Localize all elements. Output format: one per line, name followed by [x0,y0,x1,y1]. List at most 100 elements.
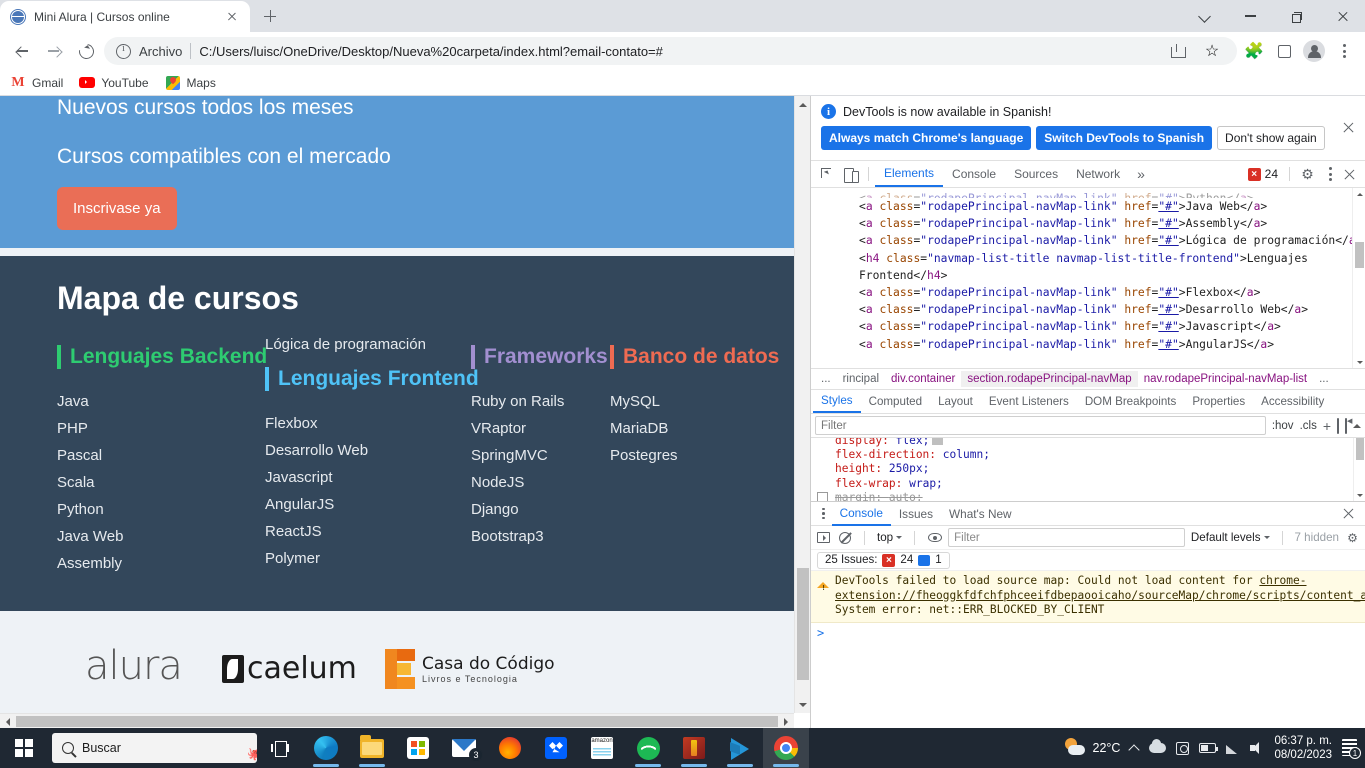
taskbar-search-input[interactable]: Buscar 🐙 [52,733,257,763]
browser-tab[interactable]: Mini Alura | Cursos online [0,1,250,32]
tab-sources[interactable]: Sources [1005,162,1067,186]
tab-network[interactable]: Network [1067,162,1129,186]
course-link[interactable]: Java Web [57,528,267,545]
mail-icon[interactable]: 3 [441,728,487,768]
amazon-icon[interactable]: amazon [579,728,625,768]
devtools-settings-gear-icon[interactable]: ⚙ [1296,163,1319,185]
console-input-prompt[interactable]: > [811,623,1365,643]
new-tab-button[interactable] [256,2,284,30]
course-link[interactable]: Scala [57,474,267,491]
grid-badge-icon[interactable] [932,438,944,445]
back-arrow-icon[interactable] [8,37,36,65]
battery-icon[interactable] [1199,743,1219,753]
chrome-menu-kebab-icon[interactable] [1331,38,1357,64]
device-toolbar-icon[interactable] [839,163,862,185]
dont-show-again-button[interactable]: Don't show again [1217,126,1325,150]
course-link[interactable]: AngularJS [265,496,479,513]
dom-tree-scrollbar[interactable] [1352,188,1365,368]
course-link[interactable]: NodeJS [471,474,608,491]
dom-node[interactable]: <a class="rodapePrincipal-navMap-link" h… [819,232,1365,249]
tab-elements[interactable]: Elements [875,161,944,187]
scroll-down-icon[interactable] [1356,360,1363,367]
css-declaration-disabled[interactable]: margin: auto; [811,491,1365,501]
vscode-icon[interactable] [717,728,763,768]
drawer-tab-issues[interactable]: Issues [891,503,941,525]
course-link[interactable]: Javascript [265,469,479,486]
tab-layout[interactable]: Layout [930,391,981,412]
scrollbar-thumb[interactable] [797,568,809,680]
course-link-logica-programacion[interactable]: Lógica de programación [265,336,426,353]
styles-scroll-up-icon[interactable] [1353,420,1361,428]
winrar-icon[interactable] [671,728,717,768]
dom-node[interactable]: <h4 class="navmap-list-title navmap-list… [819,250,1365,284]
more-tabs-icon[interactable]: » [1129,166,1153,182]
dom-node[interactable]: <a class="rodapePrincipal-navMap-link" h… [819,336,1365,353]
dom-node[interactable]: <a class="rodapePrincipal-navMap-link" h… [819,198,1365,215]
google-chrome-icon[interactable] [763,728,809,768]
onedrive-cloud-icon[interactable] [1149,739,1167,753]
course-link[interactable]: PHP [57,420,267,437]
taskbar-clock[interactable]: 06:37 p. m. 08/02/2023 [1274,734,1332,762]
course-link[interactable]: Ruby on Rails [471,393,608,410]
address-bar[interactable]: Archivo C:/Users/luisc/OneDrive/Desktop/… [104,37,1237,65]
chevron-up-icon[interactable] [1130,744,1139,753]
devtools-close-icon[interactable] [1342,166,1358,182]
console-levels-selector[interactable]: Default levels [1191,531,1270,544]
css-value[interactable]: column; [943,448,990,461]
forward-arrow-icon[interactable] [40,37,68,65]
styles-scrollbar[interactable] [1353,438,1365,501]
microsoft-store-icon[interactable] [395,728,441,768]
drawer-tab-whats-new[interactable]: What's New [941,503,1020,525]
course-link[interactable]: Django [471,501,608,518]
css-declaration[interactable]: display: flex; [811,438,1365,448]
close-icon[interactable] [224,9,240,25]
drawer-tab-console[interactable]: Console [831,502,891,526]
css-property[interactable]: flex-wrap [835,477,896,490]
tab-computed[interactable]: Computed [861,391,931,412]
course-link[interactable]: Postegres [610,447,779,464]
breadcrumb-item[interactable]: ... [815,371,837,387]
css-value[interactable]: flex; [896,438,930,447]
css-declaration[interactable]: flex-wrap: wrap; [811,477,1365,491]
course-link[interactable]: SpringMVC [471,447,608,464]
spotify-icon[interactable] [625,728,671,768]
speaker-icon[interactable] [1250,742,1264,754]
bookmark-maps[interactable]: Maps [165,75,216,91]
tab-dom-breakpoints[interactable]: DOM Breakpoints [1077,391,1185,412]
inspect-element-icon[interactable] [816,163,839,185]
toggle-sidebar-icon[interactable] [1345,417,1347,434]
bookmark-star-icon[interactable]: ☆ [1199,38,1225,64]
course-link[interactable]: Polymer [265,550,479,567]
course-link[interactable]: Flexbox [265,415,479,432]
extensions-puzzle-icon[interactable]: 🧩 [1241,38,1267,64]
devtools-menu-kebab-icon[interactable] [1319,163,1342,185]
page-horizontal-scrollbar[interactable] [0,713,794,728]
file-explorer-icon[interactable] [349,728,395,768]
console-settings-gear-icon[interactable]: ⚙ [1345,530,1360,545]
course-link[interactable]: Desarrollo Web [265,442,479,459]
switch-to-spanish-button[interactable]: Switch DevTools to Spanish [1036,126,1213,150]
computed-styles-sidebar-icon[interactable] [1337,417,1339,434]
scroll-down-icon[interactable] [1357,493,1363,500]
live-expression-eye-icon[interactable] [927,530,942,545]
css-declaration[interactable]: flex-direction: column; [811,448,1365,462]
wifi-icon[interactable] [1226,743,1240,754]
course-link[interactable]: VRaptor [471,420,608,437]
close-icon[interactable] [1341,120,1357,136]
scroll-left-icon[interactable] [2,717,10,726]
tab-accessibility[interactable]: Accessibility [1253,391,1332,412]
bookmark-gmail[interactable]: M Gmail [10,75,63,91]
close-icon[interactable] [1319,0,1365,32]
error-count-badge[interactable]: 24 [1243,166,1283,182]
clear-console-icon[interactable] [837,530,852,545]
console-context-selector[interactable]: top [877,531,903,544]
css-declaration[interactable]: height: 250px; [811,462,1365,476]
breadcrumb-item[interactable]: nav.rodapePrincipal-navMap-list [1138,371,1313,387]
page-vertical-scrollbar[interactable] [794,96,810,713]
course-link[interactable]: Pascal [57,447,267,464]
bookmark-youtube[interactable]: YouTube [79,75,149,91]
scrollbar-thumb[interactable] [16,716,778,727]
css-property[interactable]: flex-direction [835,448,929,461]
css-property[interactable]: margin [835,491,875,501]
tab-console[interactable]: Console [943,162,1005,186]
